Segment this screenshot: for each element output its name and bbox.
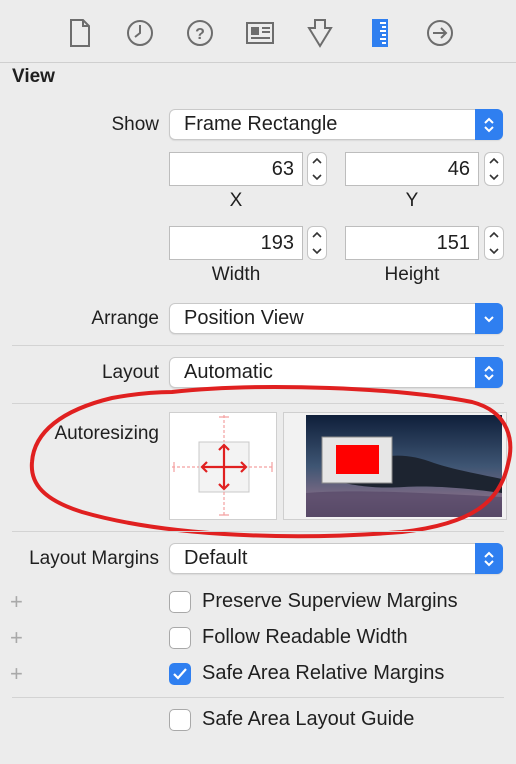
height-field[interactable]: 151 <box>345 226 479 260</box>
stepper-down-icon <box>312 174 322 181</box>
plus-icon[interactable]: + <box>10 591 23 613</box>
stepper-down-icon <box>489 248 499 255</box>
safe-area-relative-margins-label: Safe Area Relative Margins <box>202 662 445 684</box>
connections-inspector-icon[interactable] <box>423 16 457 50</box>
layout-margins-popup[interactable]: Default <box>169 543 503 574</box>
height-label: Height <box>384 264 440 285</box>
safe-area-layout-guide-label: Safe Area Layout Guide <box>202 708 415 730</box>
follow-readable-width-checkbox[interactable] <box>169 627 191 649</box>
width-field[interactable]: 193 <box>169 226 303 260</box>
inspector-toolbar: ? <box>0 0 516 63</box>
plus-icon[interactable]: + <box>10 627 23 649</box>
y-label: Y <box>405 190 419 211</box>
y-stepper[interactable] <box>484 152 504 186</box>
stepper-down-icon <box>312 248 322 255</box>
divider <box>12 345 504 346</box>
arrange-popup-value: Position View <box>184 307 304 329</box>
stepper-down-icon <box>489 174 499 181</box>
chevron-down-icon <box>475 303 503 334</box>
preserve-superview-margins-label: Preserve Superview Margins <box>202 590 458 612</box>
chevron-updown-icon <box>475 109 503 140</box>
checkmark-icon <box>173 668 187 680</box>
divider <box>12 531 504 532</box>
stepper-up-icon <box>489 157 499 164</box>
history-inspector-icon[interactable] <box>123 16 157 50</box>
identity-inspector-icon[interactable] <box>243 16 277 50</box>
x-field[interactable]: 63 <box>169 152 303 186</box>
width-label: Width <box>211 264 261 285</box>
stepper-up-icon <box>312 231 322 238</box>
x-stepper[interactable] <box>307 152 327 186</box>
layout-margins-label: Layout Margins <box>29 548 159 569</box>
safe-area-layout-guide-checkbox[interactable] <box>169 709 191 731</box>
svg-text:?: ? <box>195 26 205 43</box>
chevron-updown-icon <box>475 543 503 574</box>
height-stepper[interactable] <box>484 226 504 260</box>
width-stepper[interactable] <box>307 226 327 260</box>
plus-icon[interactable]: + <box>10 663 23 685</box>
file-inspector-icon[interactable] <box>63 16 97 50</box>
hand-drawn-circle-annotation <box>29 385 513 539</box>
show-popup-value: Frame Rectangle <box>184 113 338 135</box>
quick-help-icon[interactable]: ? <box>183 16 217 50</box>
attributes-inspector-icon[interactable] <box>303 16 337 50</box>
x-label: X <box>229 190 243 211</box>
arrange-popup[interactable]: Position View <box>169 303 503 334</box>
size-inspector-icon[interactable] <box>363 16 397 50</box>
stepper-up-icon <box>312 157 322 164</box>
follow-readable-width-label: Follow Readable Width <box>202 626 408 648</box>
arrange-label: Arrange <box>91 308 159 329</box>
divider <box>12 697 504 698</box>
show-popup[interactable]: Frame Rectangle <box>169 109 503 140</box>
layout-label: Layout <box>101 362 159 383</box>
show-label: Show <box>111 114 159 135</box>
stepper-up-icon <box>489 231 499 238</box>
section-title-view: View <box>12 66 55 87</box>
layout-margins-popup-value: Default <box>184 547 248 569</box>
preserve-superview-margins-checkbox[interactable] <box>169 591 191 613</box>
safe-area-relative-margins-checkbox[interactable] <box>169 663 191 685</box>
layout-popup-value: Automatic <box>184 361 273 383</box>
y-field[interactable]: 46 <box>345 152 479 186</box>
